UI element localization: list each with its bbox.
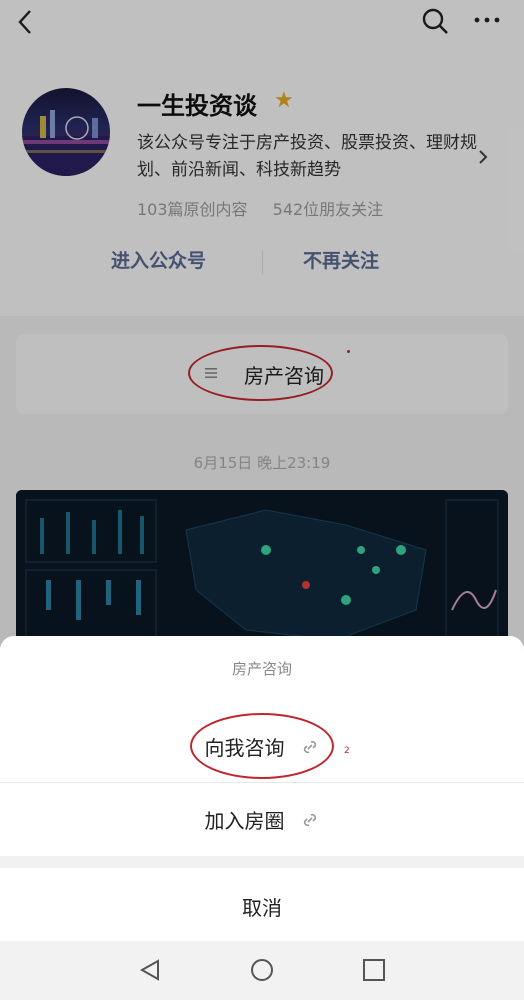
annotation-mark: 2 <box>344 746 350 756</box>
option-label: 加入房圈 <box>204 809 285 833</box>
join-circle-option[interactable]: 加入房圈 <box>0 783 524 855</box>
cancel-label: 取消 <box>242 896 282 920</box>
annotation-circle <box>190 713 334 779</box>
cancel-button[interactable]: 取消 <box>0 868 524 941</box>
square-recents-icon[interactable] <box>362 958 386 982</box>
action-sheet: 房产咨询 向我咨询 加入房圈 取消 <box>0 636 524 941</box>
triangle-back-icon[interactable] <box>138 958 162 982</box>
mini-program-link-icon <box>303 813 316 827</box>
system-nav-bar <box>0 941 524 1000</box>
sheet-title: 房产咨询 <box>231 660 292 678</box>
sheet-separator <box>0 856 524 868</box>
circle-home-icon[interactable] <box>250 958 274 982</box>
